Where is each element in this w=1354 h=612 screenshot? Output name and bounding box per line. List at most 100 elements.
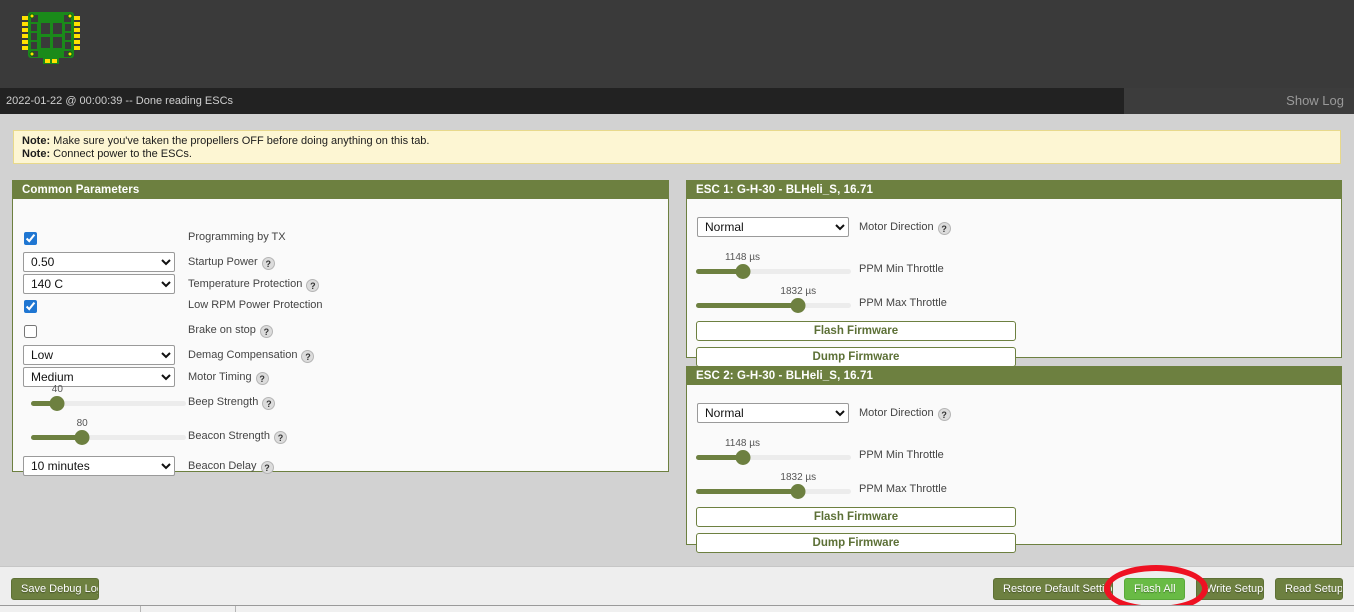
label-text: PPM Max Throttle	[859, 297, 947, 309]
slider-fill	[696, 303, 798, 308]
read-setup-button[interactable]: Read Setup	[1275, 578, 1343, 600]
slider[interactable]: 40	[31, 401, 186, 407]
slider-handle[interactable]	[735, 264, 750, 279]
label-ppm-max-throttle: PPM Max Throttle	[859, 479, 947, 499]
label-text: Motor Direction	[859, 407, 934, 419]
select-normal[interactable]: Normal	[697, 217, 849, 237]
app-header: English Settings 1155:22336 115200 Open …	[0, 0, 1354, 88]
status-divider	[235, 606, 236, 612]
label-beacon-delay: Beacon Delay?	[188, 456, 274, 476]
blheli-configurator-window: English Settings 1155:22336 115200 Open …	[0, 0, 1354, 612]
label-motor-direction: Motor Direction?	[859, 217, 951, 237]
checkbox-low-rpm-power-protection[interactable]	[24, 300, 37, 313]
slider-handle[interactable]	[791, 298, 806, 313]
label-ppm-min-throttle: PPM Min Throttle	[859, 259, 944, 279]
label-ppm-max-throttle: PPM Max Throttle	[859, 293, 947, 313]
status-divider	[140, 606, 141, 612]
label-startup-power: Startup Power?	[188, 252, 275, 272]
label-temperature-protection: Temperature Protection?	[188, 274, 319, 294]
select-normal[interactable]: Normal	[697, 403, 849, 423]
flash-all-button[interactable]: Flash All	[1124, 578, 1185, 600]
esc-panel-2: ESC 2: G-H-30 - BLHeli_S, 16.71 Normal Mo…	[686, 366, 1342, 545]
status-bar	[0, 605, 1354, 612]
help-icon[interactable]: ?	[301, 350, 314, 363]
select-140-c[interactable]: 140 C	[23, 274, 175, 294]
slider-value: 80	[77, 418, 88, 429]
label-text: Temperature Protection	[188, 278, 302, 290]
note-prefix: Note:	[22, 135, 50, 147]
help-icon[interactable]: ?	[256, 372, 269, 385]
select-10-minutes[interactable]: 10 minutes	[23, 456, 175, 476]
panel-title: ESC 2: G-H-30 - BLHeli_S, 16.71	[687, 367, 1341, 385]
slider-value: 40	[52, 384, 63, 395]
flash-firmware-button[interactable]: Flash Firmware	[696, 507, 1016, 527]
label-text: Demag Compensation	[188, 349, 297, 361]
label-text: Beacon Strength	[188, 430, 270, 442]
label-text: Low RPM Power Protection	[188, 299, 323, 311]
select-medium[interactable]: Medium	[23, 367, 175, 387]
label-text: Motor Timing	[188, 371, 252, 383]
note-text: Make sure you've taken the propellers OF…	[50, 135, 429, 147]
help-icon[interactable]: ?	[260, 325, 273, 338]
select-low[interactable]: Low	[23, 345, 175, 365]
label-brake-on-stop: Brake on stop?	[188, 320, 273, 340]
log-bar: 2022-01-22 @ 00:00:39 -- Done reading ES…	[0, 88, 1354, 114]
slider-handle[interactable]	[75, 430, 90, 445]
write-setup-button[interactable]: Write Setup	[1196, 578, 1264, 600]
label-text: Programming by TX	[188, 231, 286, 243]
label-text: PPM Min Throttle	[859, 449, 944, 461]
label-demag-compensation: Demag Compensation?	[188, 345, 314, 365]
flash-firmware-button[interactable]: Flash Firmware	[696, 321, 1016, 341]
save-debug-log-button[interactable]: Save Debug Log	[11, 578, 99, 600]
note-text: Connect power to the ESCs.	[50, 148, 192, 160]
label-text: PPM Max Throttle	[859, 483, 947, 495]
label-text: PPM Min Throttle	[859, 263, 944, 275]
note-prefix: Note:	[22, 148, 50, 160]
label-programming-by-tx: Programming by TX	[188, 227, 286, 247]
slider-handle[interactable]	[50, 396, 65, 411]
help-icon[interactable]: ?	[261, 461, 274, 474]
slider-handle[interactable]	[791, 484, 806, 499]
slider[interactable]: 1832 µs	[696, 489, 851, 495]
slider[interactable]: 1148 µs	[696, 269, 851, 275]
panel-title: ESC 1: G-H-30 - BLHeli_S, 16.71	[687, 181, 1341, 199]
dump-firmware-button[interactable]: Dump Firmware	[696, 533, 1016, 553]
esc-panel-1: ESC 1: G-H-30 - BLHeli_S, 16.71 Normal Mo…	[686, 180, 1342, 358]
label-motor-direction: Motor Direction?	[859, 403, 951, 423]
note-line-2: Note: Connect power to the ESCs.	[22, 148, 1332, 161]
help-icon[interactable]: ?	[262, 257, 275, 270]
slider-value: 1832 µs	[780, 472, 816, 483]
dump-firmware-button[interactable]: Dump Firmware	[696, 347, 1016, 367]
label-text: Motor Direction	[859, 221, 934, 233]
help-icon[interactable]: ?	[274, 431, 287, 444]
app-logo	[8, 4, 94, 86]
help-icon[interactable]: ?	[938, 408, 951, 421]
select-0-50[interactable]: 0.50	[23, 252, 175, 272]
checkbox-brake-on-stop[interactable]	[24, 325, 37, 338]
label-text: Startup Power	[188, 256, 258, 268]
slider-value: 1148 µs	[725, 438, 760, 449]
label-ppm-min-throttle: PPM Min Throttle	[859, 445, 944, 465]
restore-default-settings-button[interactable]: Restore Default Settings	[993, 578, 1113, 600]
warning-note: Note: Make sure you've taken the propell…	[13, 130, 1341, 164]
slider-handle[interactable]	[735, 450, 750, 465]
slider-fill	[696, 489, 798, 494]
slider[interactable]: 1832 µs	[696, 303, 851, 309]
label-low-rpm-power-protection: Low RPM Power Protection	[188, 295, 323, 315]
label-text: Beep Strength	[188, 396, 258, 408]
label-beacon-strength: Beacon Strength?	[188, 426, 287, 446]
panel-title: Common Parameters	[13, 181, 668, 199]
help-icon[interactable]: ?	[938, 222, 951, 235]
show-log-button[interactable]: Show Log	[1286, 88, 1344, 114]
checkbox-programming-by-tx[interactable]	[24, 232, 37, 245]
slider[interactable]: 1148 µs	[696, 455, 851, 461]
footer-toolbar: Save Debug Log Restore Default Settings …	[0, 566, 1354, 606]
label-text: Brake on stop	[188, 324, 256, 336]
help-icon[interactable]: ?	[262, 397, 275, 410]
slider[interactable]: 80	[31, 435, 186, 441]
help-icon[interactable]: ?	[306, 279, 319, 292]
label-motor-timing: Motor Timing?	[188, 367, 269, 387]
label-beep-strength: Beep Strength?	[188, 392, 275, 412]
log-message: 2022-01-22 @ 00:00:39 -- Done reading ES…	[0, 88, 1124, 114]
common-parameters-panel: Common Parameters Programming by TX 0.50 S…	[12, 180, 669, 472]
